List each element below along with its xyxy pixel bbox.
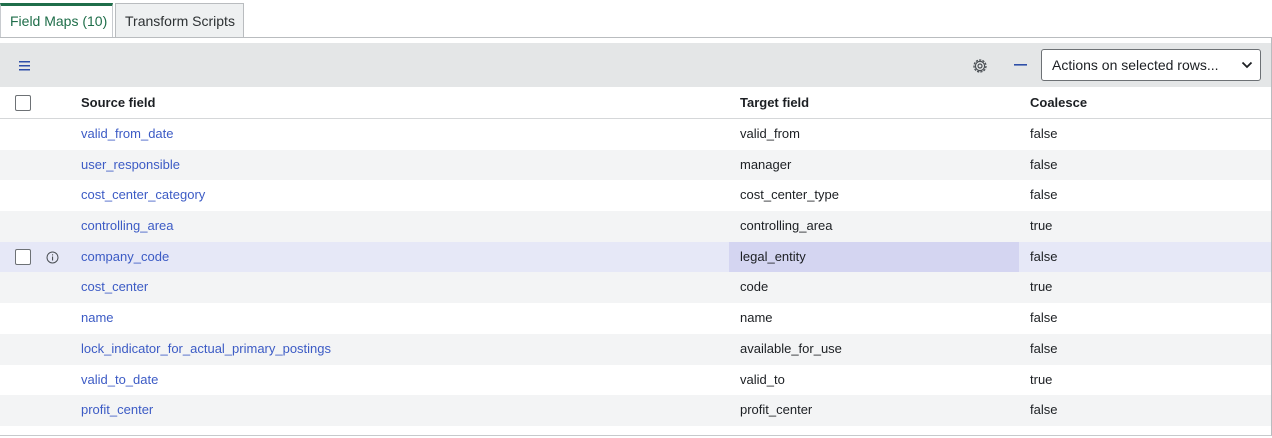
target-field-cell: profit_center [740, 402, 813, 418]
table-row[interactable]: user_responsible manager false [0, 149, 1271, 181]
source-field-link[interactable]: name [81, 303, 114, 333]
source-field-link[interactable]: profit_center [81, 395, 153, 425]
target-field-cell: controlling_area [740, 218, 833, 234]
target-field-cell: valid_from [740, 126, 800, 141]
coalesce-cell: true [1030, 279, 1053, 295]
source-field-link[interactable]: controlling_area [81, 211, 174, 241]
coalesce-cell: false [1030, 248, 1058, 264]
column-header-coalesce[interactable]: Coalesce [1030, 88, 1087, 118]
list-toolbar: Actions on selected rows... [0, 43, 1271, 87]
source-field-link[interactable]: valid_from_date [81, 119, 174, 149]
source-field-link[interactable]: cost_center [81, 272, 148, 302]
info-icon[interactable] [46, 251, 59, 264]
actions-select[interactable]: Actions on selected rows... [1041, 49, 1261, 81]
table-row[interactable]: controlling_area controlling_area true [0, 211, 1271, 242]
target-field-cell: code [740, 279, 769, 295]
coalesce-cell: false [1030, 310, 1058, 326]
table-row[interactable]: cost_center code true [0, 272, 1271, 304]
coalesce-cell: true [1030, 371, 1053, 387]
target-field-cell: manager [740, 156, 792, 172]
row-checkbox[interactable] [15, 248, 31, 265]
source-field-link[interactable]: lock_indicator_for_actual_primary_postin… [81, 334, 331, 364]
source-field-link[interactable]: company_code [81, 242, 169, 272]
table-row[interactable]: cost_center_category cost_center_type fa… [0, 180, 1271, 212]
tab-bar: Field Maps (10) Transform Scripts [0, 0, 1272, 38]
target-field-cell: valid_to [740, 371, 785, 387]
column-header-source-field[interactable]: Source field [81, 88, 155, 118]
gear-icon[interactable] [970, 56, 990, 76]
coalesce-cell: false [1030, 156, 1058, 172]
target-field-cell: available_for_use [740, 340, 842, 356]
column-header-target-field[interactable]: Target field [740, 88, 809, 118]
coalesce-cell: false [1030, 402, 1058, 418]
source-field-link[interactable]: user_responsible [81, 150, 180, 180]
target-field-cell: name [740, 310, 773, 326]
coalesce-cell: false [1030, 340, 1058, 356]
chevron-down-icon [1241, 61, 1253, 69]
table-row-hovered[interactable]: company_code legal_entity false [0, 241, 1271, 273]
source-field-link[interactable]: valid_to_date [81, 365, 158, 395]
select-all-checkbox[interactable] [15, 95, 31, 111]
target-field-cell: cost_center_type [740, 187, 840, 203]
hamburger-icon[interactable] [15, 59, 35, 73]
tab-field-maps[interactable]: Field Maps (10) [0, 3, 113, 38]
field-maps-panel: Actions on selected rows... Source field… [0, 37, 1272, 436]
target-field-cell[interactable]: legal_entity [740, 242, 806, 272]
table-row[interactable]: valid_to_date valid_to true [0, 364, 1271, 396]
table-row[interactable]: name name false [0, 303, 1271, 334]
table-body: valid_from_date valid_from false user_re… [0, 119, 1271, 426]
coalesce-cell: false [1030, 126, 1058, 141]
tab-transform-scripts[interactable]: Transform Scripts [115, 3, 244, 38]
table-row[interactable]: valid_from_date valid_from false [0, 119, 1271, 150]
source-field-link[interactable]: cost_center_category [81, 180, 205, 210]
actions-select-value: Actions on selected rows... [1052, 57, 1219, 73]
table-row[interactable]: profit_center profit_center false [0, 395, 1271, 426]
table-row[interactable]: lock_indicator_for_actual_primary_postin… [0, 333, 1271, 365]
coalesce-cell: true [1030, 218, 1053, 234]
minus-icon[interactable] [1012, 56, 1030, 74]
coalesce-cell: false [1030, 187, 1058, 203]
table-header: Source field Target field Coalesce [0, 88, 1271, 119]
